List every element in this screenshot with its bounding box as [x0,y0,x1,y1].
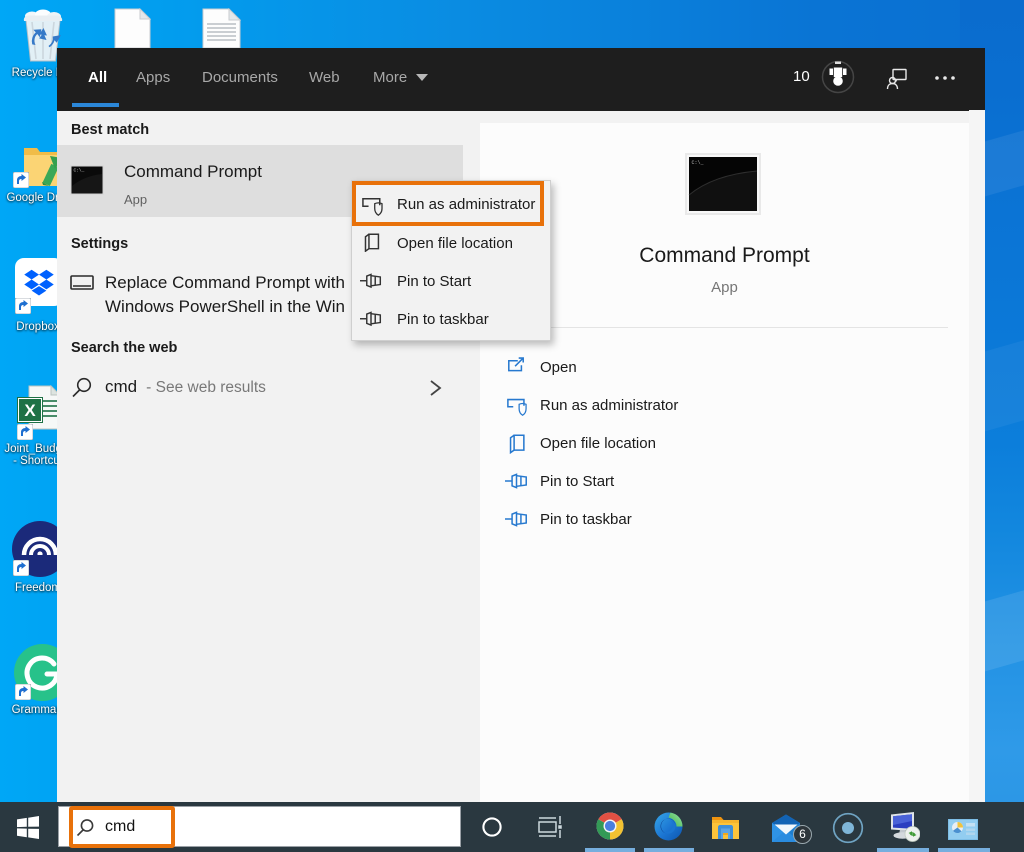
svg-text:X: X [24,401,36,420]
svg-text:C:\_: C:\_ [74,168,85,174]
svg-text:C:\_: C:\_ [692,160,705,166]
